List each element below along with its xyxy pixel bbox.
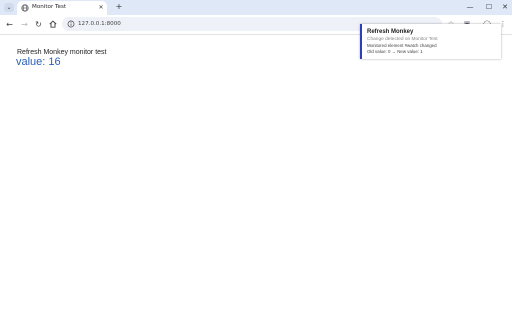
monitored-value: value: 16 [16,56,61,68]
notification-value-change: Old value: 0 → New value: 1 [367,49,423,54]
tab-title: Monitor Test [32,4,67,10]
change-notification[interactable]: Refresh Monkey Change detected on Monito… [360,24,501,59]
notification-title: Refresh Monkey [367,29,414,35]
globe-icon [21,4,29,12]
back-button[interactable]: ← [4,19,15,30]
window-close-button[interactable]: ✕ [499,2,511,12]
arrow-left-icon: ← [6,20,13,29]
close-icon: ✕ [98,4,104,11]
url-text: 127.0.0.1:8000 [78,21,121,27]
chevron-down-icon: ⌄ [6,4,12,11]
tab-close-button[interactable]: ✕ [97,3,105,12]
plus-icon: + [115,2,123,11]
home-icon [48,20,57,28]
maximize-icon: ☐ [485,3,493,11]
notification-subtitle: Change detected on Monitor Test [367,37,438,42]
arrow-right-icon: → [21,20,28,29]
reload-icon: ↻ [35,20,42,29]
new-tab-button[interactable]: + [114,2,124,12]
tab-monitor-test[interactable]: Monitor Test ✕ [17,1,107,16]
home-button[interactable] [47,19,58,30]
tab-search-button[interactable]: ⌄ [4,3,14,12]
page-content: Refresh Monkey monitor test value: 16 [0,35,512,320]
tab-strip: ⌄ Monitor Test ✕ + — ☐ ✕ [0,0,512,16]
reload-button[interactable]: ↻ [33,19,44,30]
minimize-button[interactable]: — [464,2,476,12]
close-icon: ✕ [502,3,508,11]
minimize-icon: — [466,3,474,11]
forward-button[interactable]: → [19,19,30,30]
maximize-button[interactable]: ☐ [483,2,495,12]
site-info-icon[interactable] [67,20,75,28]
browser-window: ⌄ Monitor Test ✕ + — ☐ ✕ ← → ↻ 127.0.0.1… [0,0,512,320]
